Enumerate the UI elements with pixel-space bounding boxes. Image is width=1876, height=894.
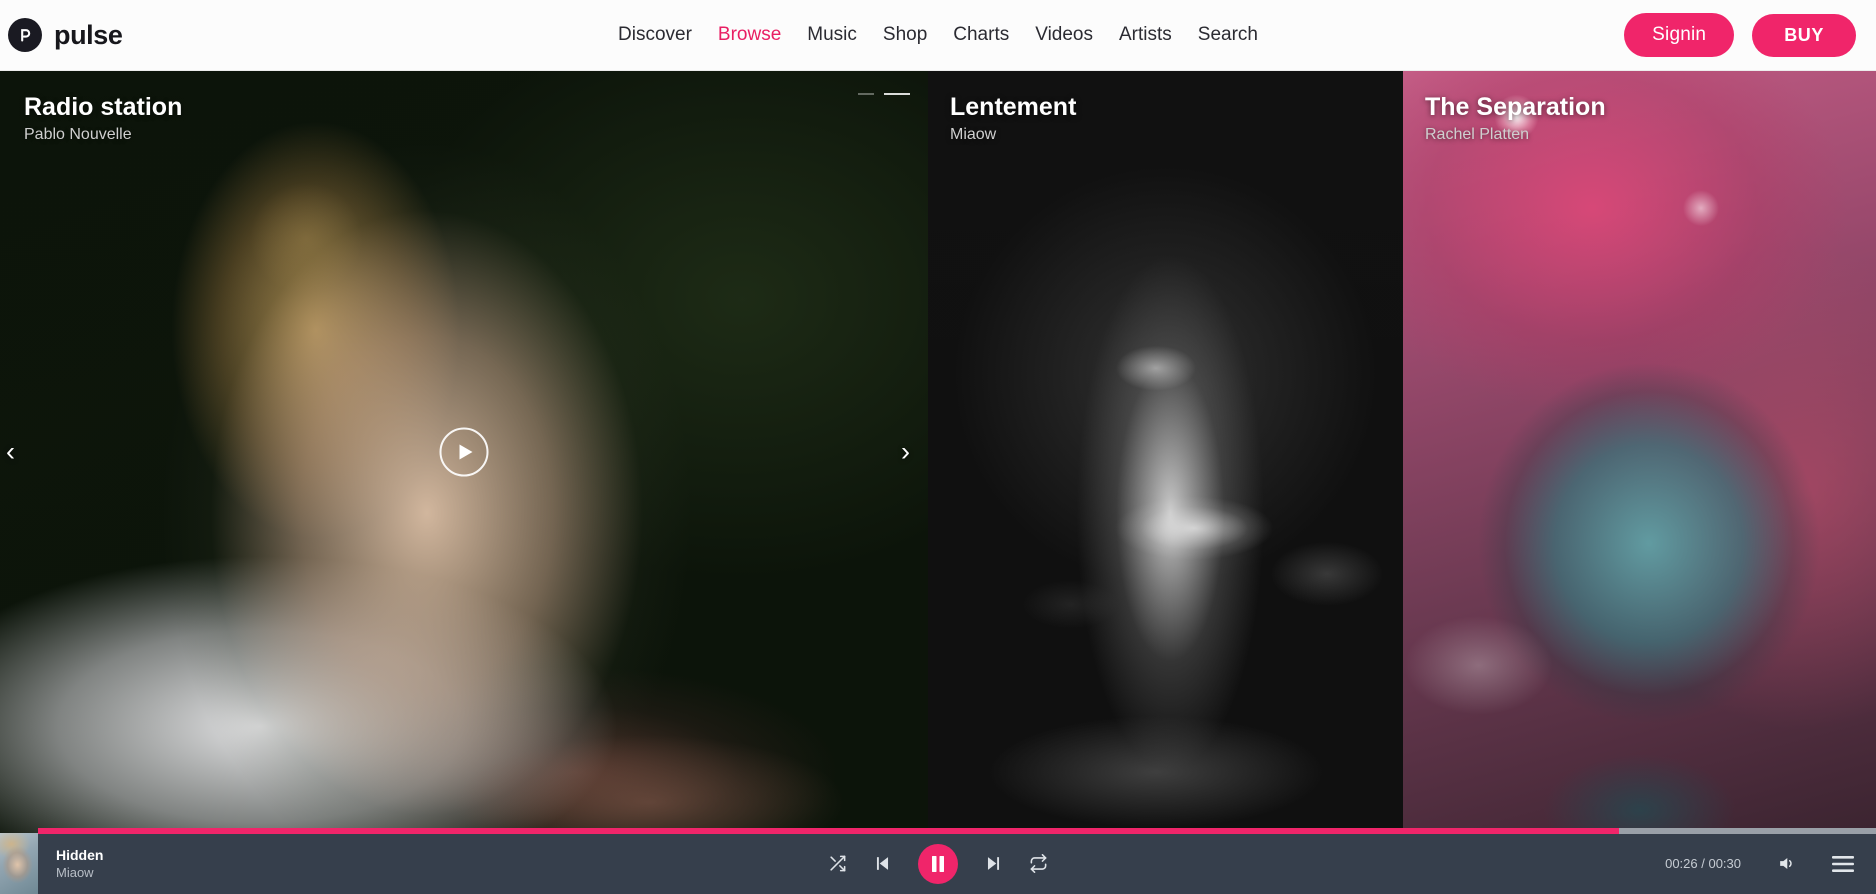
hero-card-the-separation[interactable]: The Separation Rachel Platten — [1403, 71, 1876, 833]
carousel-dot-2[interactable] — [884, 93, 910, 95]
pause-icon — [932, 855, 944, 872]
nav-item-music[interactable]: Music — [794, 18, 870, 52]
player-right-controls: 00:26 / 00:30 — [1665, 854, 1854, 873]
hero-card-artwork — [1403, 71, 1876, 833]
nav-item-discover[interactable]: Discover — [605, 18, 705, 52]
volume-icon[interactable] — [1777, 854, 1796, 873]
nav-item-artists[interactable]: Artists — [1106, 18, 1185, 52]
now-playing-title: Hidden — [56, 847, 104, 863]
nav-item-search[interactable]: Search — [1185, 18, 1271, 52]
repeat-icon[interactable] — [1029, 854, 1048, 873]
progress-bar[interactable] — [38, 828, 1876, 834]
hero-card-title: Lentement — [950, 93, 1077, 121]
now-playing-artist: Miaow — [56, 865, 94, 880]
player-bar: Hidden Miaow 00:26 / 00:30 — [0, 828, 1876, 894]
brand-name: pulse — [54, 19, 123, 50]
now-playing-info: Hidden Miaow — [56, 846, 296, 881]
site-header: pulse Discover Browse Music Shop Charts … — [0, 0, 1876, 71]
hero-card-artist: Rachel Platten — [1425, 126, 1530, 143]
nav-item-browse[interactable]: Browse — [705, 18, 794, 52]
carousel-next-button[interactable]: › — [901, 438, 910, 466]
skip-next-icon[interactable] — [984, 854, 1003, 873]
time-display: 00:26 / 00:30 — [1665, 856, 1741, 871]
skip-previous-icon[interactable] — [873, 854, 892, 873]
playlist-menu-icon[interactable] — [1832, 855, 1854, 873]
nav-item-videos[interactable]: Videos — [1022, 18, 1106, 52]
carousel-pagination — [858, 93, 910, 95]
hero-card-radio-station[interactable]: Radio station Pablo Nouvelle ‹ › — [0, 71, 928, 833]
carousel-dot-1[interactable] — [858, 93, 874, 95]
hero-card-artist: Pablo Nouvelle — [24, 126, 132, 143]
hero-card-title: The Separation — [1425, 93, 1606, 121]
hero-card-artist: Miaow — [950, 126, 997, 143]
player-controls — [828, 843, 1048, 884]
pause-button[interactable] — [918, 843, 958, 884]
nav-item-shop[interactable]: Shop — [870, 18, 940, 52]
brand-logo-link[interactable]: pulse — [8, 18, 123, 52]
hero-carousel: Radio station Pablo Nouvelle ‹ › Lenteme… — [0, 71, 1876, 833]
shuffle-icon[interactable] — [828, 854, 847, 873]
header-actions: Signin BUY — [1624, 13, 1856, 57]
buy-button[interactable]: BUY — [1752, 13, 1856, 57]
now-playing-thumbnail — [0, 833, 38, 894]
signin-button[interactable]: Signin — [1624, 13, 1735, 57]
hero-card-lentement[interactable]: Lentement Miaow — [928, 71, 1403, 833]
nav-item-charts[interactable]: Charts — [940, 18, 1022, 52]
carousel-prev-button[interactable]: ‹ — [6, 438, 15, 466]
hero-card-artwork — [928, 71, 1403, 833]
progress-bar-fill — [38, 828, 1619, 834]
hero-card-title: Radio station — [24, 93, 183, 121]
pulse-logo-icon — [8, 18, 42, 52]
main-nav: Discover Browse Music Shop Charts Videos… — [605, 18, 1271, 52]
play-icon — [459, 444, 472, 460]
hero-play-button[interactable] — [439, 427, 489, 477]
